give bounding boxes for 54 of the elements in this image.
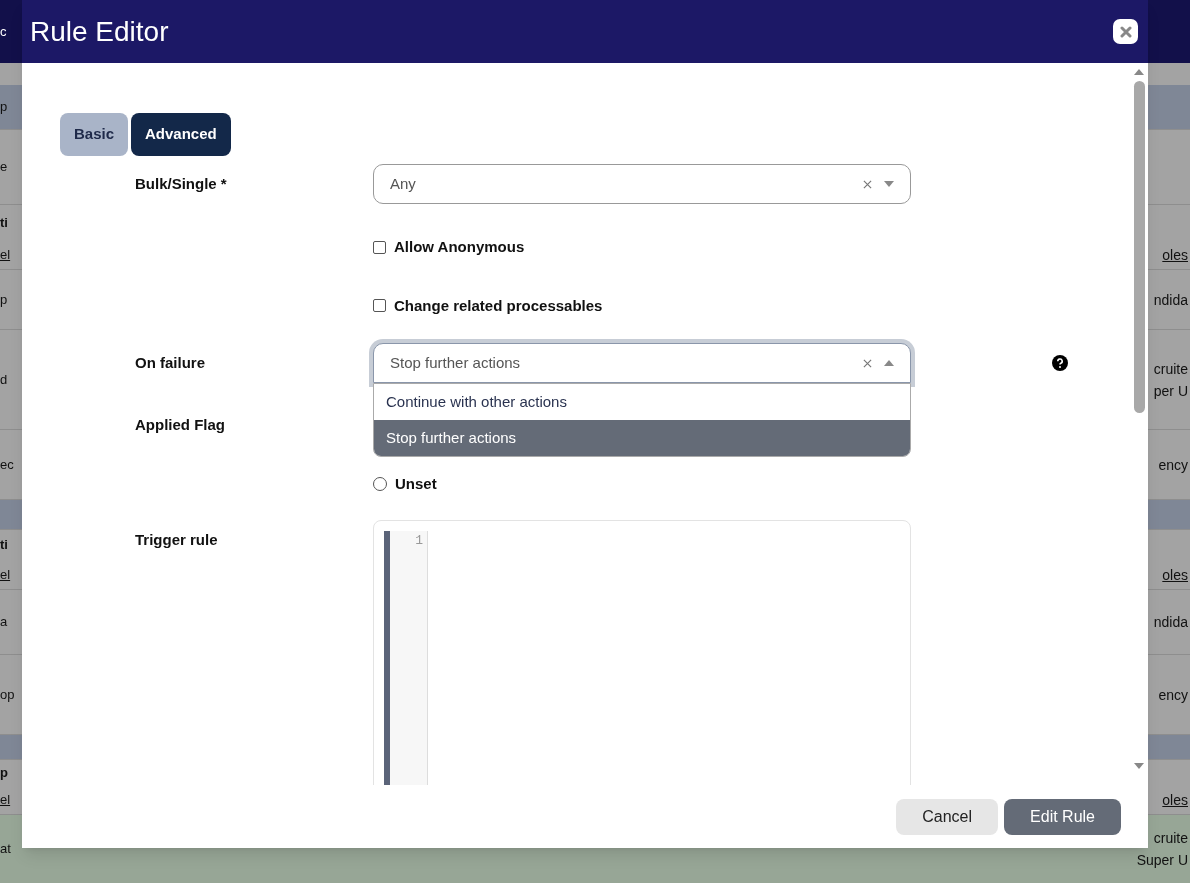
help-icon[interactable] <box>1052 355 1068 371</box>
background-text: at <box>0 840 11 859</box>
background-text: el <box>0 245 11 264</box>
tab[interactable]: Advanced <box>131 113 231 156</box>
background-text: ndida <box>1153 613 1188 632</box>
background-text: op <box>0 685 15 704</box>
caret-down-icon[interactable] <box>1134 763 1144 769</box>
background-text: ency <box>1158 455 1188 475</box>
background-text: c <box>0 22 7 41</box>
background-text: ti <box>0 536 8 555</box>
select-field[interactable]: Any <box>373 164 911 204</box>
line-number: 1 <box>415 532 423 550</box>
dropdown-option[interactable]: Continue with other actions <box>374 384 910 420</box>
radio-button[interactable] <box>373 477 387 491</box>
background-text: oles <box>1162 790 1188 810</box>
dropdown-option[interactable]: Stop further actions <box>374 420 910 456</box>
background-text: cruite <box>1153 829 1188 848</box>
field-label: Trigger rule <box>135 530 219 550</box>
close-icon <box>1119 25 1132 38</box>
background-text: p <box>0 763 8 782</box>
background-text: ec <box>0 455 14 474</box>
caret-up-icon[interactable] <box>1134 69 1144 75</box>
close-button[interactable] <box>1113 19 1138 44</box>
background-text: per U <box>1153 381 1188 401</box>
field-label: Bulk/Single * <box>135 174 228 194</box>
submit-button[interactable]: Edit Rule <box>1004 798 1121 835</box>
background-text: p <box>0 290 8 309</box>
checkbox-label: Change related processables <box>394 295 603 316</box>
caret-up-icon[interactable] <box>884 360 894 366</box>
background-text: a <box>0 613 8 632</box>
checkbox[interactable] <box>373 299 386 313</box>
caret-down-icon[interactable] <box>884 181 894 187</box>
background-text: cruite <box>1153 359 1188 379</box>
background-text: ndida <box>1153 290 1188 310</box>
tab[interactable]: Basic <box>60 113 129 156</box>
background-text: Super U <box>1136 851 1188 870</box>
checkbox-label: Allow Anonymous <box>394 237 525 257</box>
background-text: el <box>0 790 11 809</box>
background-text: oles <box>1162 245 1188 265</box>
checkbox[interactable] <box>373 240 386 254</box>
background-text: ti <box>0 213 8 232</box>
background-text: oles <box>1162 565 1188 585</box>
background-text: el <box>0 565 11 584</box>
field-label: On failure <box>135 353 206 373</box>
background-text: e <box>0 158 8 177</box>
modal-title: Rule Editor <box>30 14 169 49</box>
cancel-button[interactable]: Cancel <box>896 798 999 835</box>
clear-icon[interactable] <box>863 179 872 189</box>
background-text: p <box>0 98 8 117</box>
background-text: d <box>0 370 8 389</box>
clear-icon[interactable] <box>863 358 872 368</box>
field-label: Applied Flag <box>135 415 226 435</box>
background-text: ency <box>1158 685 1188 705</box>
radio-label: Unset <box>395 473 437 494</box>
